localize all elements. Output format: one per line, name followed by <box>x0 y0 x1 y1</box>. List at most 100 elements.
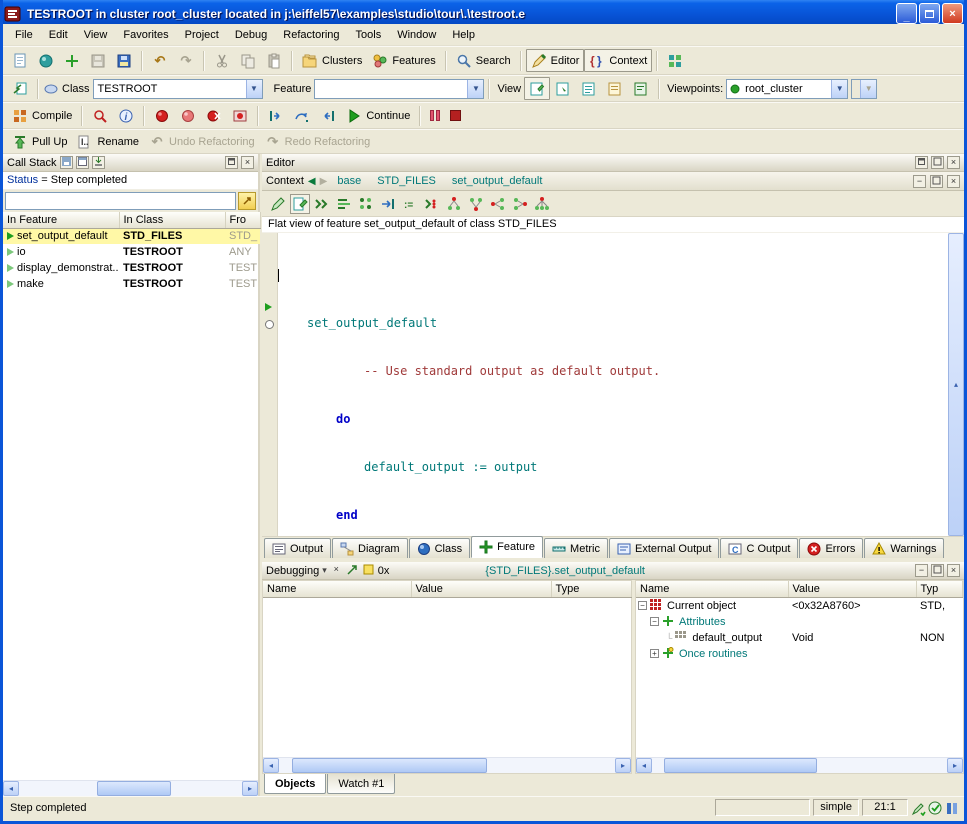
tab-warnings[interactable]: Warnings <box>864 538 944 558</box>
step-into-button[interactable] <box>263 104 289 127</box>
watch-note-icon[interactable] <box>362 564 375 577</box>
editor-float-icon[interactable] <box>915 156 928 169</box>
feature-combobox-arrow[interactable]: ▼ <box>467 80 483 98</box>
pause-button[interactable] <box>425 104 445 127</box>
menu-edit[interactable]: Edit <box>41 26 76 44</box>
call-stack-hscrollbar[interactable]: ◂ ▸ <box>3 780 258 796</box>
debugging-close-icon[interactable]: × <box>330 564 343 577</box>
object-row-current[interactable]: − Current object <0x32A8760> STD, <box>636 598 963 614</box>
hex-format-label[interactable]: 0x <box>378 565 390 577</box>
tab-external-output[interactable]: External Output <box>609 538 719 558</box>
homonyms-button[interactable] <box>422 194 442 214</box>
tab-output[interactable]: Output <box>264 538 331 558</box>
breakable-point-icon[interactable] <box>265 320 274 329</box>
menu-window[interactable]: Window <box>389 26 444 44</box>
menu-view[interactable]: View <box>76 26 116 44</box>
call-stack-window-icon[interactable] <box>76 156 89 169</box>
context-close-icon[interactable]: × <box>947 175 960 188</box>
search-button[interactable]: Search <box>451 49 516 72</box>
objects-col-name[interactable]: Name <box>636 581 788 597</box>
feature-combobox[interactable]: ▼ <box>314 79 484 99</box>
scroll-left-icon[interactable]: ◂ <box>263 758 279 773</box>
editor-vscrollbar[interactable]: ▴ ▾ <box>948 233 964 536</box>
call-stack-row[interactable]: display_demonstrat... TESTROOT TEST <box>3 260 260 276</box>
remove-breakpoints-button[interactable] <box>201 104 227 127</box>
scroll-left-icon[interactable]: ◂ <box>636 758 652 773</box>
cut-button[interactable] <box>209 49 235 72</box>
watch-col-value[interactable]: Value <box>411 581 551 597</box>
breadcrumb-feature[interactable]: set_output_default <box>446 175 549 187</box>
history-back-icon[interactable]: ◀ <box>308 176 316 187</box>
paste-button[interactable] <box>261 49 287 72</box>
editor-maximize-icon[interactable] <box>931 156 944 169</box>
context-minimize-icon[interactable]: − <box>913 175 926 188</box>
tab-errors[interactable]: Errors <box>799 538 863 558</box>
call-stack-row[interactable]: make TESTROOT TEST <box>3 276 260 292</box>
tab-watch-1[interactable]: Watch #1 <box>327 774 395 794</box>
expand-icon[interactable]: + <box>650 649 659 658</box>
redo-button[interactable]: ↷ <box>173 49 199 72</box>
view-contract-button[interactable] <box>602 77 628 100</box>
class-combobox-arrow[interactable]: ▼ <box>246 80 262 98</box>
watch-hscrollbar[interactable]: ◂ ▸ <box>263 757 631 773</box>
class-combobox[interactable]: TESTROOT ▼ <box>93 79 263 99</box>
tab-metric[interactable]: Metric <box>544 538 608 558</box>
call-stack-row[interactable]: set_output_default STD_FILES STD_ <box>3 228 260 244</box>
menu-favorites[interactable]: Favorites <box>115 26 176 44</box>
debugging-minimize-icon[interactable]: − <box>915 564 928 577</box>
feature-search-button[interactable] <box>312 194 332 214</box>
call-stack-close-icon[interactable]: × <box>241 156 254 169</box>
call-stack-filter-input[interactable] <box>5 192 236 210</box>
editor-button[interactable]: Editor <box>526 49 585 72</box>
watch-col-name[interactable]: Name <box>263 581 411 597</box>
editable-view-button[interactable] <box>290 194 310 214</box>
collapse-icon[interactable]: − <box>650 617 659 626</box>
breadcrumb-cluster[interactable]: base <box>331 175 367 187</box>
debugging-maximize-icon[interactable] <box>931 564 944 577</box>
step-over-button[interactable] <box>289 104 315 127</box>
scroll-up-icon[interactable]: ▴ <box>948 233 964 536</box>
tab-c-output[interactable]: CC Output <box>720 538 798 558</box>
breadcrumb-class[interactable]: STD_FILES <box>371 175 442 187</box>
view-clickable-button[interactable] <box>550 77 576 100</box>
undo-button[interactable]: ↶ <box>147 49 173 72</box>
scroll-thumb[interactable] <box>292 758 487 773</box>
step-out-button[interactable] <box>315 104 341 127</box>
scroll-right-icon[interactable]: ▸ <box>242 781 258 796</box>
object-row-default-output[interactable]: └ default_output Void NON <box>636 630 963 646</box>
view-flat-button[interactable] <box>576 77 602 100</box>
callers-button[interactable] <box>488 194 508 214</box>
scroll-right-icon[interactable]: ▸ <box>947 758 963 773</box>
copy-button[interactable] <box>235 49 261 72</box>
grab-object-icon[interactable] <box>346 564 359 577</box>
scroll-thumb[interactable] <box>97 781 171 796</box>
clusters-button[interactable]: Clusters <box>297 49 367 72</box>
analyze-button[interactable] <box>87 104 113 127</box>
send-to-new-tool-button[interactable] <box>7 77 33 100</box>
objects-hscrollbar[interactable]: ◂ ▸ <box>636 757 963 773</box>
call-stack-import-icon[interactable] <box>92 156 105 169</box>
history-forward-icon[interactable]: ▶ <box>320 176 328 187</box>
menu-help[interactable]: Help <box>444 26 483 44</box>
disable-breakpoints-button[interactable] <box>175 104 201 127</box>
save-all-button[interactable] <box>111 49 137 72</box>
scroll-left-icon[interactable]: ◂ <box>3 781 19 796</box>
call-stack-float-icon[interactable] <box>225 156 238 169</box>
context-maximize-icon[interactable] <box>930 175 943 188</box>
scroll-thumb[interactable] <box>664 758 817 773</box>
titlebar[interactable]: TESTROOT in cluster root_cluster located… <box>0 0 967 27</box>
close-button[interactable]: × <box>942 3 963 24</box>
objects-col-value[interactable]: Value <box>788 581 916 597</box>
code-area[interactable]: set_output_default -- Use standard outpu… <box>262 233 964 536</box>
code-text[interactable]: set_output_default -- Use standard outpu… <box>278 235 948 536</box>
rename-button[interactable]: I..Rename <box>72 130 144 153</box>
tab-diagram[interactable]: Diagram <box>332 538 408 558</box>
callees-button[interactable] <box>510 194 530 214</box>
col-from[interactable]: Fro <box>225 212 260 228</box>
menu-tools[interactable]: Tools <box>348 26 390 44</box>
continue-button[interactable]: Continue <box>341 104 415 127</box>
menu-project[interactable]: Project <box>177 26 227 44</box>
run-breakpoints-button[interactable] <box>149 104 175 127</box>
editor-gutter[interactable] <box>262 233 278 536</box>
menu-refactoring[interactable]: Refactoring <box>275 26 347 44</box>
